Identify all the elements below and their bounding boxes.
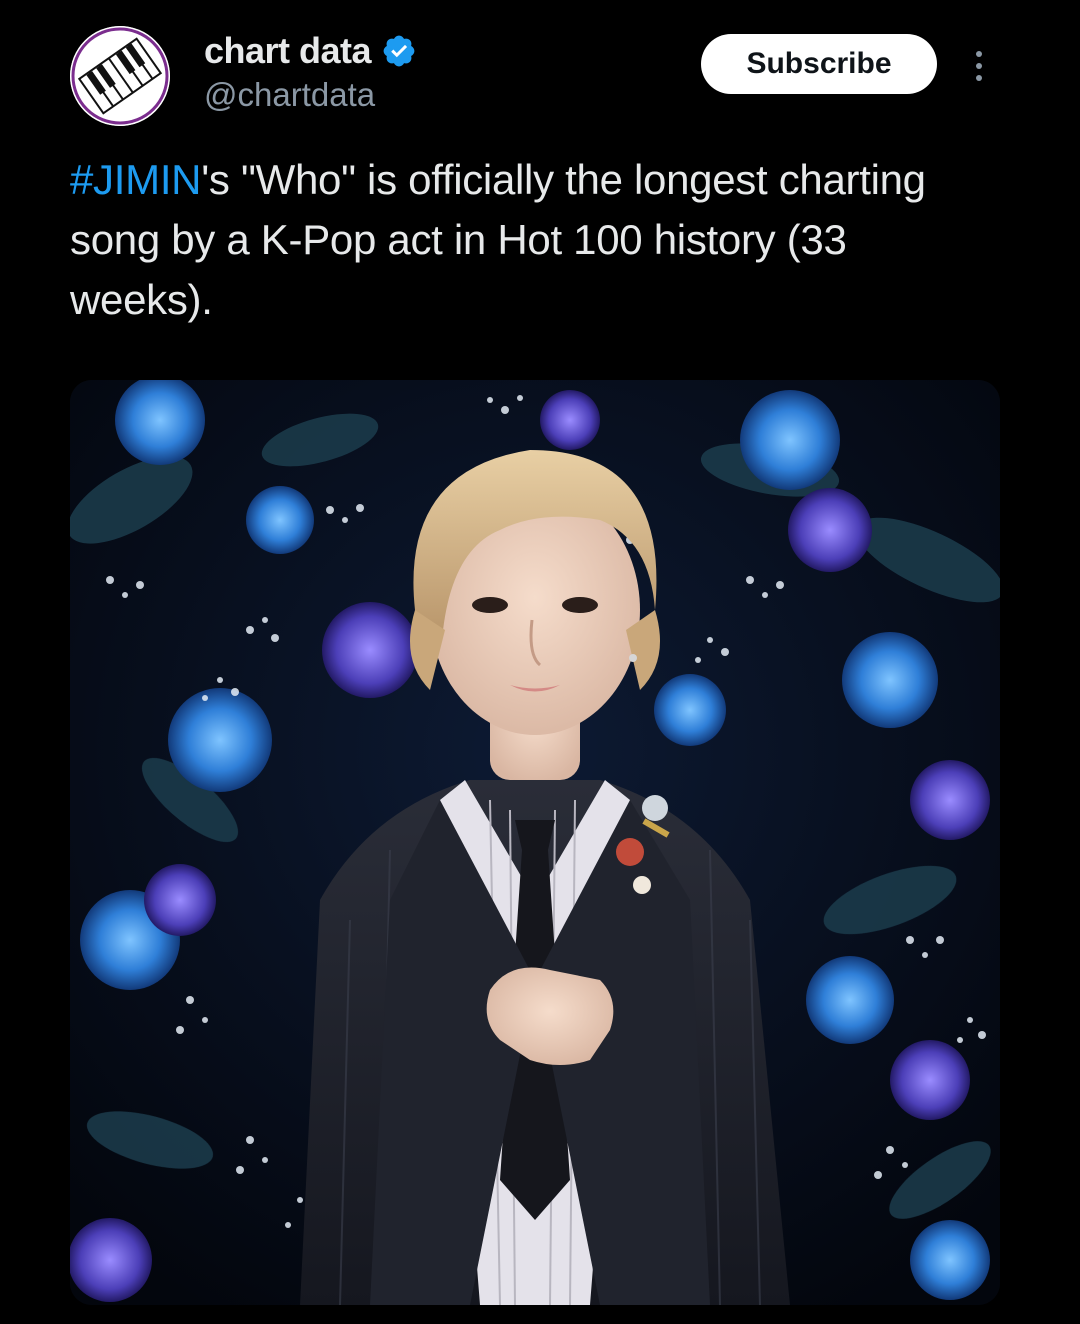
more-vertical-icon[interactable] <box>964 46 994 86</box>
portrait-photo-illustration <box>70 380 1000 1305</box>
piano-keys-logo-icon <box>70 26 170 126</box>
author-avatar[interactable] <box>70 26 170 126</box>
author-display-name[interactable]: chart data <box>204 30 372 72</box>
author-name-row: chart data <box>204 28 417 74</box>
subscribe-button[interactable]: Subscribe <box>701 34 937 94</box>
tweet-card: chart data @chartdata Subscribe #JIMIN's… <box>0 0 1080 1324</box>
tweet-photo[interactable] <box>70 380 1000 1305</box>
hashtag-link[interactable]: #JIMIN <box>70 156 202 203</box>
tweet-text: #JIMIN's "Who" is officially the longest… <box>70 150 970 330</box>
author-handle[interactable]: @chartdata <box>204 76 375 114</box>
verified-badge-icon <box>381 33 417 69</box>
